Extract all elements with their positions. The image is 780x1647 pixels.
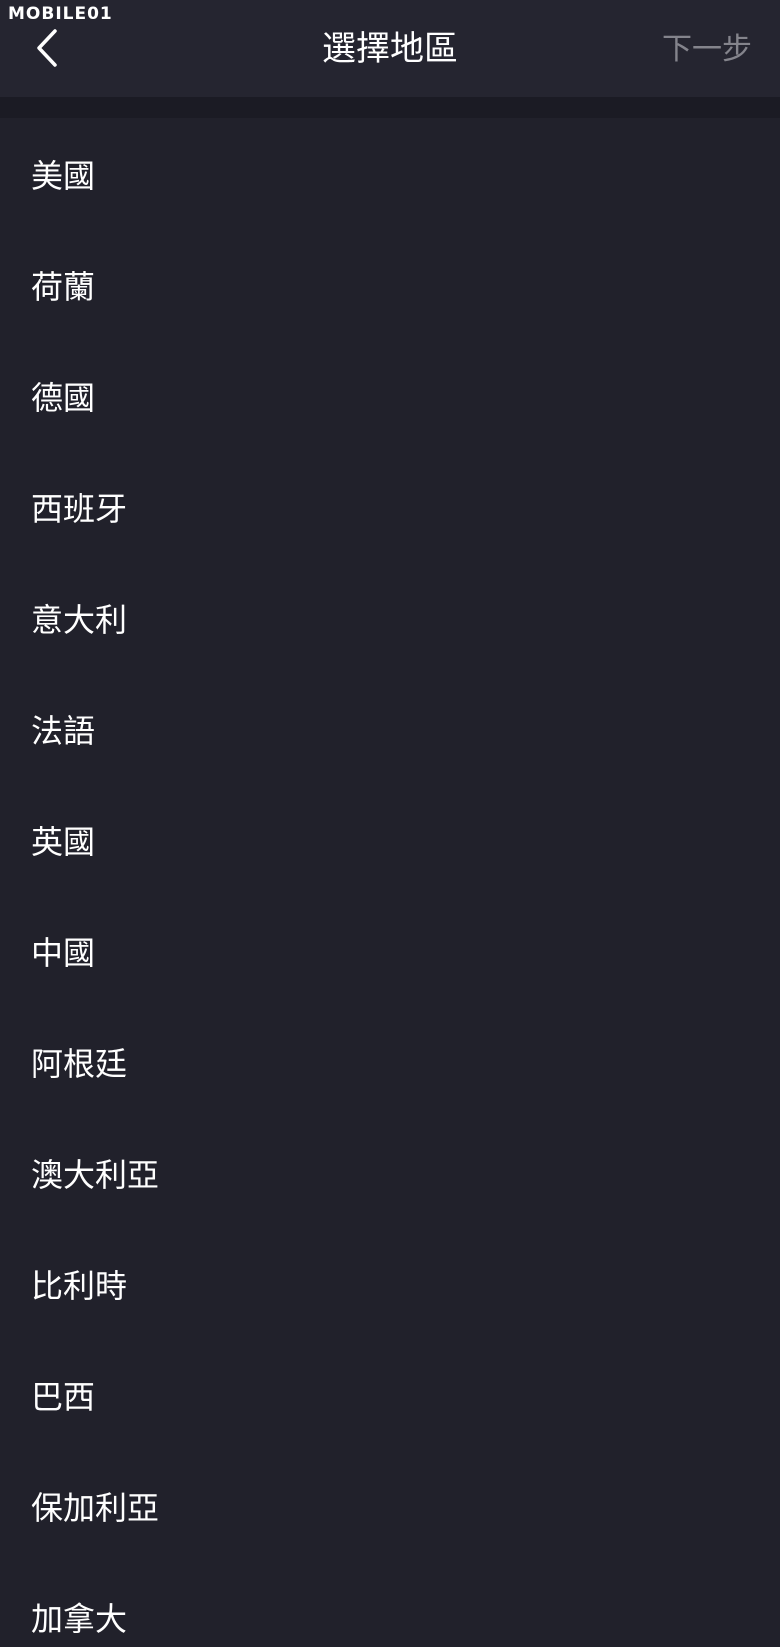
region-item-brazil[interactable]: 巴西	[0, 1339, 780, 1450]
header-divider	[0, 97, 780, 118]
region-select-screen: MOBILE01 選擇地區 下一步 美國 荷蘭 德國 西班牙 意大利 法語 英國…	[0, 0, 780, 1647]
region-item-uk[interactable]: 英國	[0, 784, 780, 895]
region-list: 美國 荷蘭 德國 西班牙 意大利 法語 英國 中國 阿根廷 澳大利亞 比利時 巴…	[0, 118, 780, 1647]
region-item-french[interactable]: 法語	[0, 673, 780, 784]
region-item-netherlands[interactable]: 荷蘭	[0, 229, 780, 340]
region-item-canada[interactable]: 加拿大	[0, 1561, 780, 1647]
next-button[interactable]: 下一步	[662, 30, 752, 70]
region-item-argentina[interactable]: 阿根廷	[0, 1006, 780, 1117]
region-item-spain[interactable]: 西班牙	[0, 451, 780, 562]
header-bar: 選擇地區 下一步	[0, 0, 780, 97]
region-item-usa[interactable]: 美國	[0, 118, 780, 229]
region-item-china[interactable]: 中國	[0, 895, 780, 1006]
region-item-bulgaria[interactable]: 保加利亞	[0, 1450, 780, 1561]
region-item-belgium[interactable]: 比利時	[0, 1228, 780, 1339]
watermark-logo: MOBILE01	[8, 4, 113, 24]
region-item-germany[interactable]: 德國	[0, 340, 780, 451]
region-item-australia[interactable]: 澳大利亞	[0, 1117, 780, 1228]
region-item-italy[interactable]: 意大利	[0, 562, 780, 673]
